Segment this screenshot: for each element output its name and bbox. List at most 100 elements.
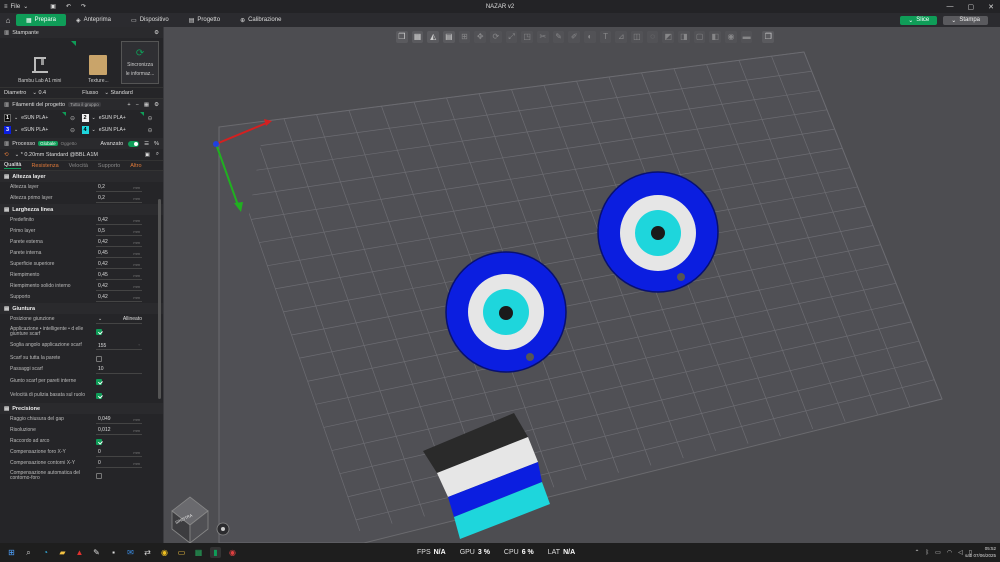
advanced-toggle[interactable] bbox=[128, 140, 140, 147]
setting-input[interactable]: 0,42 mm bbox=[96, 283, 142, 291]
full-wall-scarf-checkbox[interactable] bbox=[96, 355, 102, 362]
inner-wall-scarf-checkbox[interactable] bbox=[96, 379, 102, 385]
wipe-speed-checkbox[interactable] bbox=[96, 393, 102, 399]
add-icon[interactable]: + bbox=[127, 102, 130, 108]
setting-input[interactable]: 0,42 mm bbox=[96, 294, 142, 302]
mail-icon[interactable]: ✉ bbox=[125, 547, 136, 558]
setting-input[interactable]: 0,42 mm bbox=[96, 239, 142, 247]
save-icon[interactable]: ▣ bbox=[50, 3, 56, 10]
chrome-profile-icon[interactable]: ◉ bbox=[227, 547, 238, 558]
rotate-icon[interactable]: ⟳ bbox=[490, 30, 502, 43]
printer-select[interactable]: Bambu Lab A1 mini bbox=[4, 41, 76, 84]
setting-input[interactable]: 0,012 mm bbox=[96, 427, 142, 435]
remove-icon[interactable]: ⊖ bbox=[70, 127, 75, 134]
tab-progetto[interactable]: ▤ Progetto bbox=[179, 14, 230, 26]
mesh-boolean-icon[interactable]: ◨ bbox=[678, 30, 690, 43]
3d-viewport[interactable]: SINISTRA ❒ ▦ ◭ ▤ ⊞ ✥ ⟳ ⤢ ◳ ✂ ✎ ✐ ◐ T ⊿ ◫… bbox=[164, 27, 1000, 543]
save-icon[interactable]: ▣ bbox=[145, 152, 150, 158]
clock[interactable]: 05:52 sab 07/06/2025 bbox=[965, 545, 996, 559]
remove-icon[interactable]: ⊖ bbox=[148, 127, 153, 134]
plate-select[interactable]: Texture... bbox=[80, 41, 118, 84]
split-icon[interactable]: ⊞ bbox=[458, 30, 471, 43]
speaker-icon[interactable]: ◁ bbox=[958, 549, 963, 556]
setting-input[interactable]: 0 mm bbox=[96, 460, 142, 468]
search-icon[interactable]: ⌕ bbox=[23, 547, 34, 558]
setting-input[interactable]: 0,42 mm bbox=[96, 217, 142, 225]
seam-paint-icon[interactable]: ✐ bbox=[568, 30, 581, 43]
spreadsheet-icon[interactable]: ▦ bbox=[193, 547, 204, 558]
filament-item[interactable]: 1 ⌄ eSUN PLA+ ⊖ bbox=[4, 112, 82, 122]
home-icon[interactable]: ⌂ bbox=[0, 16, 16, 25]
tab-support[interactable]: Supporto bbox=[98, 163, 120, 169]
scale-icon[interactable]: ⤢ bbox=[505, 30, 518, 43]
file-explorer-icon[interactable]: ▰ bbox=[57, 547, 68, 558]
filament-item[interactable]: 2 ⌄ eSUN PLA+ ⊖ bbox=[81, 112, 160, 122]
layers-icon[interactable]: ❐ bbox=[762, 30, 775, 43]
arc-fitting-checkbox[interactable] bbox=[96, 438, 102, 445]
gear-icon[interactable]: ⚙ bbox=[154, 30, 159, 36]
chevron-down-icon[interactable]: ⌄ bbox=[908, 17, 913, 24]
evil-eye-model-2[interactable] bbox=[597, 171, 719, 293]
assembly-view-icon[interactable] bbox=[216, 522, 230, 536]
minus-icon[interactable]: − bbox=[136, 102, 139, 108]
support-paint-icon[interactable]: ✎ bbox=[552, 30, 565, 43]
undo-icon[interactable]: ↶ bbox=[66, 3, 71, 10]
remove-icon[interactable]: ⊖ bbox=[148, 115, 153, 122]
arrange-icon[interactable]: ▤ bbox=[443, 30, 455, 43]
auto-contour-checkbox[interactable] bbox=[96, 473, 102, 479]
folder-icon[interactable]: ▭ bbox=[176, 547, 187, 558]
windows-start-icon[interactable]: ⊞ bbox=[6, 547, 17, 558]
table-icon[interactable]: ▦ bbox=[144, 102, 149, 108]
drill-icon[interactable]: ◉ bbox=[725, 30, 737, 43]
file-menu[interactable]: ≡ File ⌄ bbox=[4, 3, 28, 11]
remove-icon[interactable]: ⊖ bbox=[70, 115, 75, 122]
bluetooth-icon[interactable]: ᛒ bbox=[926, 550, 930, 556]
cut-icon[interactable]: ✂ bbox=[537, 30, 549, 43]
setting-input[interactable]: 0 mm bbox=[96, 449, 142, 457]
percent-icon[interactable]: % bbox=[154, 141, 159, 147]
tab-quality[interactable]: Qualità bbox=[4, 162, 22, 169]
add-object-icon[interactable]: ❒ bbox=[396, 30, 408, 43]
filament-item[interactable]: 3 ⌄ eSUN PLA+ ⊖ bbox=[4, 126, 82, 134]
hollow-icon[interactable]: ▢ bbox=[693, 30, 706, 43]
tab-strength[interactable]: Resistenza bbox=[31, 163, 58, 169]
minimize-icon[interactable]: — bbox=[947, 3, 954, 11]
search-icon[interactable]: ⌕ bbox=[156, 151, 159, 158]
flow-select[interactable]: ⌄ Standard bbox=[104, 90, 132, 96]
sidebar-scrollbar[interactable] bbox=[158, 199, 161, 399]
slicer-app-icon[interactable]: ▮ bbox=[210, 547, 221, 558]
pdf-reader-icon[interactable]: ▲ bbox=[74, 547, 85, 558]
setting-input[interactable]: 0,45 mm bbox=[96, 250, 142, 258]
global-toggle[interactable]: Globale bbox=[38, 141, 58, 146]
chevron-up-icon[interactable]: ⌃ bbox=[915, 549, 920, 556]
display-icon[interactable]: ▭ bbox=[935, 549, 941, 556]
refresh-icon[interactable]: ⟲ bbox=[4, 152, 9, 158]
setting-input[interactable]: 0,5 mm bbox=[96, 228, 142, 236]
measure-icon[interactable]: ⊿ bbox=[615, 30, 628, 43]
auto-orient-icon[interactable]: ◭ bbox=[427, 30, 440, 43]
print-button[interactable]: ⌄ Stampa bbox=[943, 15, 988, 25]
tab-anteprima[interactable]: ◈ Anteprima bbox=[66, 14, 121, 26]
group-badge[interactable]: Tutto il gruppo bbox=[68, 102, 101, 107]
maximize-icon[interactable]: ▢ bbox=[968, 3, 975, 11]
lay-on-face-icon[interactable]: ◳ bbox=[521, 30, 534, 43]
setting-input[interactable]: 0,45 mm bbox=[96, 272, 142, 280]
move-icon[interactable]: ✥ bbox=[474, 30, 487, 43]
tab-calibrazione[interactable]: ⊕ Calibrazione bbox=[230, 14, 291, 26]
tab-dispositivo[interactable]: ▭ Dispositivo bbox=[121, 14, 179, 26]
list-icon[interactable]: ☰ bbox=[144, 141, 149, 147]
steps-stepper[interactable]: 10 bbox=[96, 366, 142, 374]
angle-stepper[interactable]: 155 ° bbox=[96, 342, 142, 350]
filament-item[interactable]: 4 ⌄ eSUN PLA+ ⊖ bbox=[81, 126, 160, 134]
object-toggle[interactable]: Oggetto bbox=[61, 141, 77, 146]
setting-input[interactable]: 0,42 mm bbox=[96, 261, 142, 269]
text-icon[interactable]: T bbox=[599, 30, 612, 43]
seam-position-select[interactable]: ⌄ Allineato bbox=[96, 316, 142, 324]
sync-button[interactable]: ⟳ Sincronizza le informaz... bbox=[121, 41, 159, 84]
brim-ears-icon[interactable]: ◌ bbox=[646, 30, 659, 43]
terminal-icon[interactable]: ▪ bbox=[108, 547, 119, 558]
tab-prepara[interactable]: ▦ Prepara bbox=[16, 14, 67, 26]
setting-input[interactable]: 0,2 mm bbox=[96, 184, 142, 192]
network-app-icon[interactable]: ⇄ bbox=[142, 547, 153, 558]
chevron-down-icon[interactable]: ⌄ bbox=[951, 17, 956, 24]
